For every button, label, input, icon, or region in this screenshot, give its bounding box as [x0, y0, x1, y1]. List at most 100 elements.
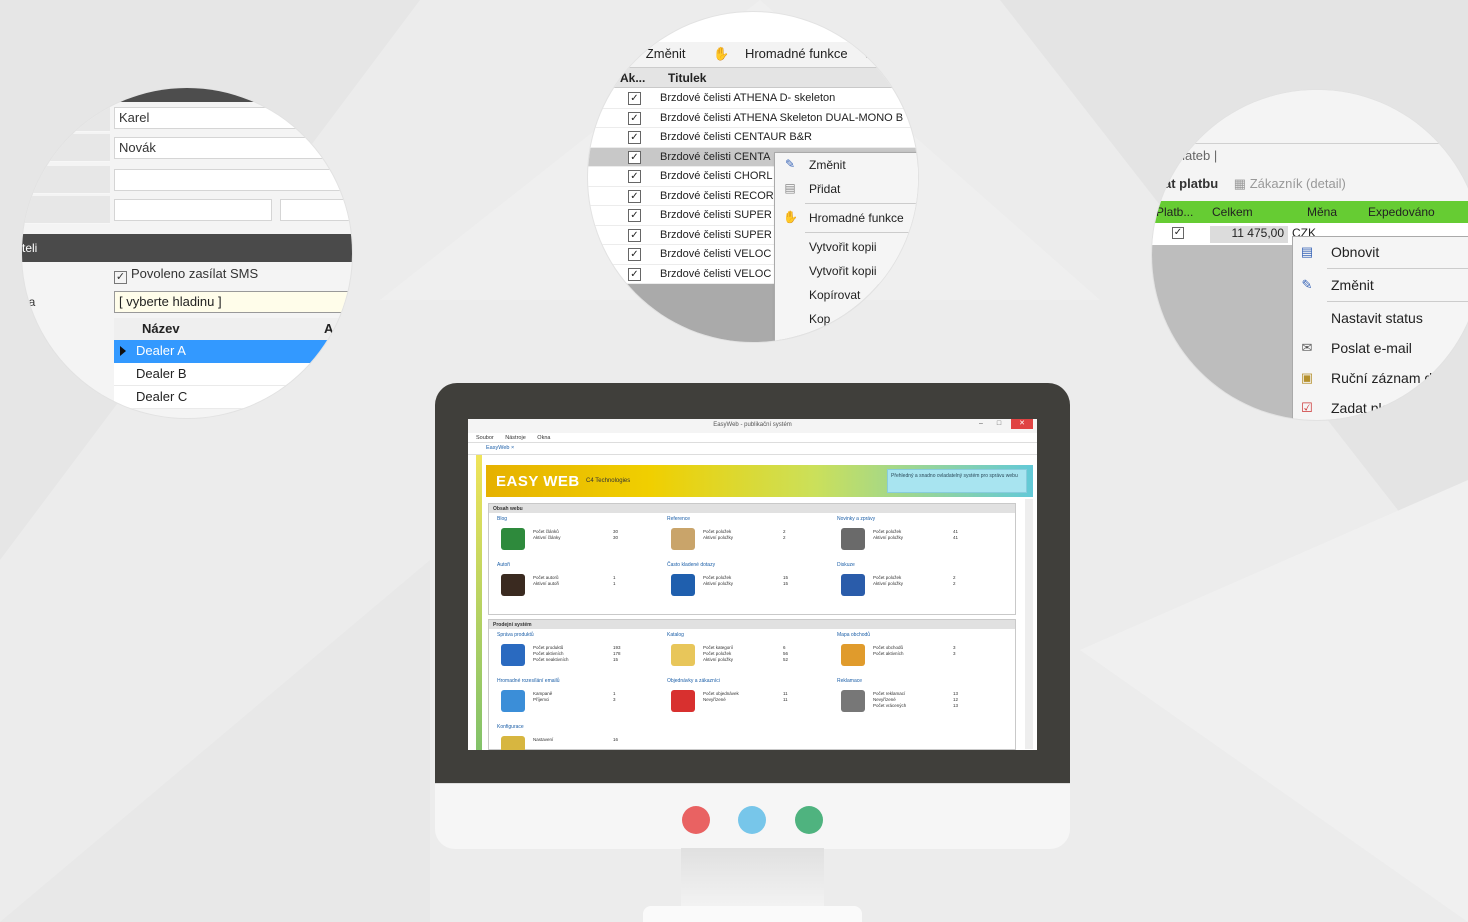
- green-dot: [795, 806, 823, 834]
- menu-windows[interactable]: Okna: [537, 435, 550, 441]
- column-header-title[interactable]: Titulek: [668, 71, 706, 85]
- table-row[interactable]: ✓ Brzdové čelisti ATHENA D- skeleton: [588, 89, 918, 109]
- payment-checkbox[interactable]: ✓: [1172, 227, 1184, 239]
- active-checkbox[interactable]: ✓: [628, 248, 641, 261]
- grid-row-selected[interactable]: Dealer A: [114, 340, 352, 363]
- menu-item-send-email[interactable]: ✉ Poslat e-mail: [1293, 333, 1468, 363]
- tile-title[interactable]: Často kladené dotazy: [667, 562, 715, 568]
- menu-item-change[interactable]: ✎ Změnit: [775, 153, 918, 177]
- form-row-lastname: Novák: [22, 134, 352, 162]
- add-payment-button[interactable]: at platbu: [1164, 176, 1218, 191]
- tile-title[interactable]: Novinky a zprávy: [837, 516, 875, 522]
- tile-values: 15 15: [783, 575, 788, 587]
- grid-row[interactable]: Dealer B: [114, 363, 352, 386]
- active-checkbox[interactable]: ✓: [628, 189, 641, 203]
- dashboard-tile[interactable]: Mapa obchodů Počet obchodů Počet aktivních…: [829, 630, 999, 676]
- menu-item-refresh[interactable]: ▤ Obnovit: [1293, 237, 1468, 267]
- tile-title[interactable]: Autoři: [497, 562, 510, 568]
- active-checkbox[interactable]: ✓: [628, 131, 641, 144]
- catalog-icon: [671, 644, 695, 666]
- dashboard-tile[interactable]: Reference Počet položek Aktivní položky 2 2: [659, 514, 829, 560]
- menu-item-copy-2[interactable]: Vytvořit kopii: [775, 259, 918, 283]
- menu-item-copy-clip[interactable]: Kopírovat: [775, 283, 918, 307]
- dashboard-tile[interactable]: Blog Počet článků Aktivní články 30 30: [489, 514, 659, 560]
- menu-item-set-status[interactable]: Nastavit status: [1293, 303, 1468, 333]
- tile-title[interactable]: Hromadné rozesílání emailů: [497, 678, 560, 684]
- tile-title[interactable]: Diskuze: [837, 562, 855, 568]
- column-header-total[interactable]: Celkem: [1212, 205, 1253, 219]
- dashboard-tile[interactable]: Reklamace Počet reklamací Nevyřízené Počet …: [829, 676, 999, 722]
- menu-item-copy[interactable]: Vytvořit kopii: [775, 235, 918, 259]
- title-cell: Brzdové čelisti VELOC: [660, 267, 772, 280]
- tile-title[interactable]: Katalog: [667, 632, 684, 638]
- level-select[interactable]: [ vyberte hladinu ]: [114, 291, 352, 313]
- menu-item-manual-record[interactable]: ▣ Ruční záznam d: [1293, 363, 1468, 393]
- menu-item-bulk[interactable]: ✋ Hromadné funkce: [775, 206, 918, 230]
- window-titlebar: EasyWeb - publikační systém – □ ✕: [468, 419, 1037, 433]
- table-row[interactable]: ✓ Brzdové čelisti ATHENA Skeleton DUAL-MO…: [588, 109, 918, 128]
- active-checkbox[interactable]: ✓: [628, 267, 641, 281]
- menu-item-add[interactable]: ▤ Přidat: [775, 177, 918, 201]
- dashboard-tile[interactable]: Hromadné rozesílání emailů Kampaně Příjemc…: [489, 676, 659, 722]
- menu-file[interactable]: Soubor: [476, 435, 494, 441]
- tile-title[interactable]: Objednávky a zákazníci: [667, 678, 720, 684]
- field-label: [22, 196, 110, 224]
- field-label: [22, 134, 110, 162]
- dashboard-tile[interactable]: Konfigurace Nastavení 16: [489, 722, 659, 750]
- firstname-field[interactable]: Karel: [114, 107, 352, 129]
- minimize-button[interactable]: –: [973, 419, 989, 429]
- tile-title[interactable]: Správa produktů: [497, 632, 534, 638]
- grid-row[interactable]: Dealer C: [114, 386, 352, 409]
- dashboard-tile[interactable]: Katalog Počet kategorií Počet položek Aktiv…: [659, 630, 829, 676]
- tile-value: 41: [953, 535, 959, 540]
- active-checkbox[interactable]: ✓: [628, 92, 641, 105]
- title-cell: Brzdové čelisti ATHENA D- skeleton: [660, 92, 836, 104]
- table-row[interactable]: ✓ Brzdové čelisti CENTAUR B&R: [588, 128, 918, 148]
- scrollbar[interactable]: [1025, 499, 1033, 749]
- return-icon: [841, 690, 865, 712]
- column-header-shipped[interactable]: Expedováno: [1368, 205, 1435, 219]
- customer-detail-button[interactable]: ▦ Zákazník (detail): [1234, 176, 1346, 191]
- hand-icon: ✋: [783, 210, 798, 224]
- tile-title[interactable]: Konfigurace: [497, 724, 524, 730]
- tile-labels: Počet položek Aktivní položky: [873, 529, 903, 541]
- column-header-currency[interactable]: Měna: [1307, 205, 1337, 219]
- change-button[interactable]: ⁄ Změnit: [628, 46, 698, 61]
- active-checkbox[interactable]: ✓: [628, 209, 641, 222]
- dashboard-tile[interactable]: Správa produktů Počet produktů Počet aktiv…: [489, 630, 659, 676]
- active-checkbox[interactable]: ✓: [628, 150, 641, 164]
- dashboard-tile[interactable]: Často kladené dotazy Počet položek Aktivní…: [659, 560, 829, 606]
- close-button[interactable]: ✕: [1011, 419, 1033, 429]
- tab-payments[interactable]: u plateb |: [1164, 148, 1217, 163]
- active-checkbox[interactable]: ✓: [628, 228, 641, 242]
- column-header-payment[interactable]: Platb...: [1156, 205, 1193, 219]
- dashboard-tile[interactable]: Objednávky a zákazníci Počet objednávek Ne…: [659, 676, 829, 722]
- tab-easyweb[interactable]: EasyWeb: [486, 445, 509, 451]
- active-checkbox[interactable]: ✓: [628, 111, 641, 125]
- tile-labels: Počet produktů Počet aktivních Počet neakt…: [533, 645, 569, 663]
- dashboard-tile[interactable]: Novinky a zprávy Počet položek Aktivní pol…: [829, 514, 999, 560]
- dashboard-tile[interactable]: Autoři Počet autorů Aktivní autoři 1 1: [489, 560, 659, 606]
- menu-item-more[interactable]: Kop: [775, 307, 918, 331]
- tile-label: Počet vrácených: [873, 703, 907, 708]
- sms-checkbox[interactable]: ✓ Povoleno zasílat SMS: [114, 266, 258, 284]
- tile-title[interactable]: Mapa obchodů: [837, 632, 870, 638]
- bulk-functions-button[interactable]: ✋ Hromadné funkce ▾: [713, 46, 870, 61]
- tile-title[interactable]: Reklamace: [837, 678, 862, 684]
- active-checkbox[interactable]: ✓: [628, 170, 641, 183]
- text-field[interactable]: [114, 169, 352, 191]
- maximize-button[interactable]: □: [991, 419, 1007, 429]
- column-header-active[interactable]: Ak...: [620, 71, 645, 85]
- tile-title[interactable]: Blog: [497, 516, 507, 522]
- menu-tools[interactable]: Nástroje: [505, 435, 525, 441]
- text-field[interactable]: [114, 199, 272, 221]
- menu-item-change[interactable]: ✎ Změnit: [1293, 270, 1468, 300]
- book-icon: [671, 528, 695, 550]
- tile-title[interactable]: Reference: [667, 516, 690, 522]
- tile-labels: Počet objednávek Nevyřízené: [703, 691, 739, 703]
- text-field-2[interactable]: [280, 199, 352, 221]
- title-cell: Brzdové čelisti CENTAUR B&R: [660, 131, 812, 143]
- dashboard-tile[interactable]: Diskuze Počet položek Aktivní položky 2 2: [829, 560, 999, 606]
- menu-item-enter-payment[interactable]: ☑ Zadat pla: [1293, 393, 1468, 420]
- lastname-field[interactable]: Novák: [114, 137, 352, 159]
